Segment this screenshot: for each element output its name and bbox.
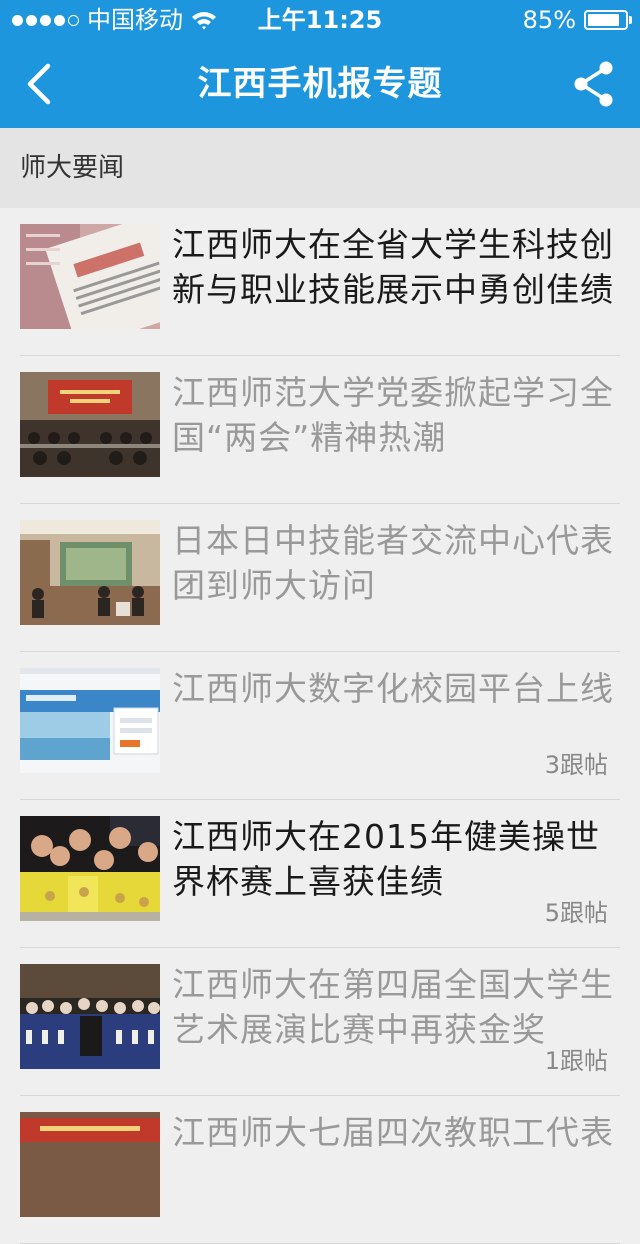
news-title: 江西师大在全省大学生科技创新与职业技能展示中勇创佳绩 <box>172 225 614 309</box>
share-button[interactable] <box>570 58 618 110</box>
chevron-left-icon <box>27 63 51 105</box>
section-header: 师大要闻 <box>0 128 640 208</box>
signal-dot <box>40 14 51 26</box>
news-item[interactable]: 日本日中技能者交流中心代表团到师大访问 <box>0 504 640 652</box>
news-title: 江西师大七届四次教职工代表 <box>172 1113 614 1152</box>
news-thumbnail <box>20 372 160 477</box>
battery-percentage: 85% <box>522 6 576 34</box>
signal-dot <box>68 14 79 26</box>
news-item[interactable]: 江西师大在第四届全国大学生艺术展演比赛中再获金奖 1跟帖 <box>0 948 640 1096</box>
status-left: 中国移动 <box>12 6 217 34</box>
reply-count: 1跟帖 <box>544 1047 608 1075</box>
news-list: 江西师大在全省大学生科技创新与职业技能展示中勇创佳绩 江西师范大学党委掀起学习全… <box>0 208 640 1244</box>
share-icon <box>574 61 613 107</box>
news-thumbnail <box>20 1112 160 1217</box>
signal-dot <box>54 14 65 26</box>
carrier-name: 中国移动 <box>87 6 183 34</box>
news-title: 江西师大在第四届全国大学生艺术展演比赛中再获金奖 <box>172 965 614 1049</box>
top-bar: 中国移动 上午11:25 85% 江西手机报专题 <box>0 0 640 128</box>
news-thumbnail <box>20 816 160 921</box>
signal-dot <box>12 14 23 26</box>
reply-count: 5跟帖 <box>544 899 608 927</box>
status-bar: 中国移动 上午11:25 85% <box>0 0 640 40</box>
news-title: 日本日中技能者交流中心代表团到师大访问 <box>172 521 614 605</box>
news-thumbnail <box>20 668 160 773</box>
navigation-bar: 江西手机报专题 <box>0 40 640 128</box>
news-thumbnail <box>20 964 160 1069</box>
reply-count: 3跟帖 <box>544 751 608 779</box>
news-item[interactable]: 江西师范大学党委掀起学习全国“两会”精神热潮 <box>0 356 640 504</box>
news-item[interactable]: 江西师大七届四次教职工代表 <box>0 1096 640 1244</box>
signal-dot <box>26 14 37 26</box>
page-title: 江西手机报专题 <box>197 64 443 104</box>
news-thumbnail <box>20 520 160 625</box>
battery-fill <box>588 14 619 26</box>
wifi-icon <box>191 10 217 30</box>
news-title: 江西师范大学党委掀起学习全国“两会”精神热潮 <box>172 373 614 457</box>
news-item[interactable]: 江西师大在2015年健美操世界杯赛上喜获佳绩 5跟帖 <box>0 800 640 948</box>
signal-strength-icon <box>12 14 79 26</box>
back-button[interactable] <box>18 58 62 110</box>
news-thumbnail <box>20 224 160 329</box>
news-title: 江西师大数字化校园平台上线 <box>172 669 614 708</box>
news-title: 江西师大在2015年健美操世界杯赛上喜获佳绩 <box>172 817 600 901</box>
status-right: 85% <box>522 6 632 34</box>
battery-icon <box>584 10 632 30</box>
section-title: 师大要闻 <box>20 153 125 183</box>
battery-nub <box>629 16 632 24</box>
news-item[interactable]: 江西师大在全省大学生科技创新与职业技能展示中勇创佳绩 <box>0 208 640 356</box>
news-item[interactable]: 江西师大数字化校园平台上线 3跟帖 <box>0 652 640 800</box>
